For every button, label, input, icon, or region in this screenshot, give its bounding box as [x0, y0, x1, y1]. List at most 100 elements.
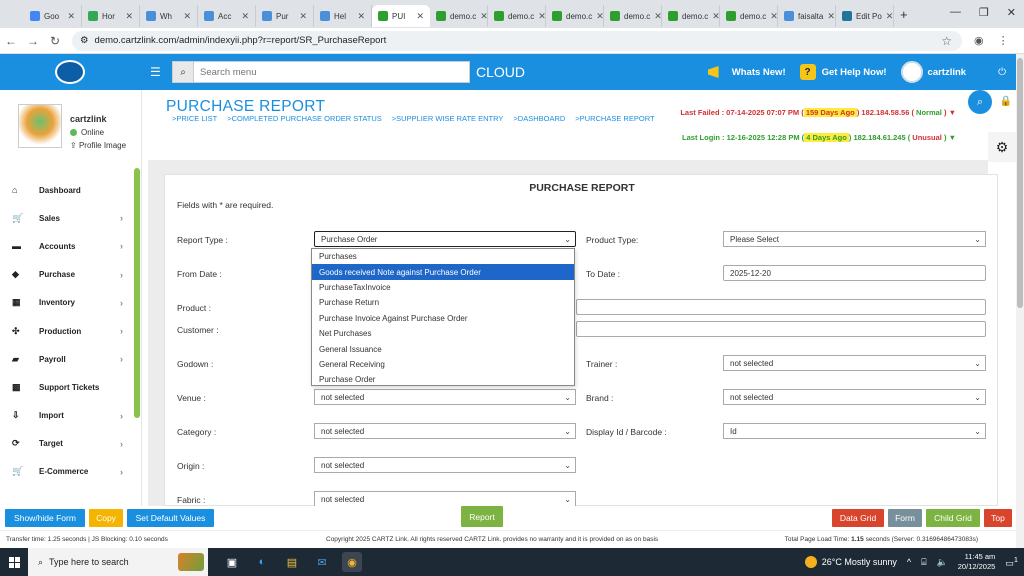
report-type-option[interactable]: Goods received Note against Purchase Ord… — [312, 264, 574, 280]
close-tab-icon[interactable]: ✕ — [357, 11, 365, 22]
breadcrumb-link[interactable]: >PRICE LIST — [172, 114, 217, 123]
close-tab-icon[interactable]: ✕ — [416, 11, 424, 22]
sidebar-item-dashboard[interactable]: ⌂ Dashboard — [0, 176, 141, 204]
fabric-select[interactable]: not selected ⌄ — [314, 491, 576, 507]
breadcrumb-link[interactable]: >SUPPLIER WISE RATE ENTRY — [392, 114, 504, 123]
report-type-option[interactable]: General Issuance — [312, 341, 574, 356]
to-date-input[interactable]: 2025-12-20 — [723, 265, 986, 281]
close-tab-icon[interactable]: ✕ — [299, 11, 307, 22]
category-select[interactable]: not selected ⌄ — [314, 423, 576, 439]
close-tab-icon[interactable]: ✕ — [827, 11, 835, 22]
data-grid-button[interactable]: Data Grid — [832, 509, 884, 527]
url-field[interactable]: ⚙ demo.cartzlink.com/admin/indexyii.php?… — [72, 30, 962, 51]
clock[interactable]: 11:45 am 20/12/2025 — [958, 552, 996, 572]
report-type-option[interactable]: General Receiving — [312, 357, 574, 372]
close-tab-icon[interactable]: ✕ — [886, 11, 893, 22]
close-tab-icon[interactable]: ✕ — [712, 11, 719, 22]
close-window-icon[interactable]: ✕ — [1007, 6, 1016, 19]
user-menu[interactable]: cartzlink — [900, 61, 966, 83]
close-tab-icon[interactable]: ✕ — [183, 11, 191, 22]
reload-icon[interactable]: ↻ — [44, 34, 66, 48]
sidebar-item-support-tickets[interactable]: ▩ Support Tickets — [0, 373, 141, 401]
browser-tab[interactable]: Pur ✕ — [256, 5, 314, 27]
close-tab-icon[interactable]: ✕ — [241, 11, 249, 22]
sidebar-item-target[interactable]: ⟳ Target › — [0, 430, 141, 458]
lock-icon[interactable]: 🔒 — [1000, 96, 1012, 107]
trainer-select[interactable]: not selected ⌄ — [723, 355, 986, 371]
sidebar-item-purchase[interactable]: ◆ Purchase › — [0, 261, 141, 289]
close-tab-icon[interactable]: ✕ — [67, 11, 75, 22]
store-icon[interactable]: ▤ — [282, 552, 302, 572]
settings-gear-icon[interactable]: ⚙ — [988, 132, 1016, 162]
display-id-select[interactable]: Id ⌄ — [723, 423, 986, 439]
browser-tab[interactable]: demo.c ✕ — [604, 5, 662, 27]
browser-tab[interactable]: PUI ✕ — [372, 5, 430, 27]
report-button[interactable]: Report — [461, 506, 503, 527]
show-hide-form-button[interactable]: Show/hide Form — [5, 509, 85, 527]
close-tab-icon[interactable]: ✕ — [480, 11, 487, 22]
browser-tab[interactable]: demo.c ✕ — [720, 5, 778, 27]
whats-new-link[interactable]: Whats New! — [707, 66, 786, 78]
notification-icon[interactable]: ▭1 — [1005, 555, 1018, 569]
child-grid-button[interactable]: Child Grid — [926, 509, 980, 527]
windows-start-icon[interactable] — [0, 548, 28, 576]
edge-icon[interactable]: ◐ — [252, 552, 272, 572]
forward-icon[interactable]: → — [22, 34, 44, 48]
task-view-icon[interactable]: ▣ — [222, 552, 242, 572]
logo[interactable] — [0, 54, 140, 90]
report-type-option[interactable]: PurchaseTaxInvoice — [312, 280, 574, 295]
browser-tab[interactable]: Hel ✕ — [314, 5, 372, 27]
tray-chevron-icon[interactable]: ^ — [907, 557, 911, 567]
browser-tab[interactable]: Hor ✕ — [82, 5, 140, 27]
product-input[interactable] — [576, 299, 986, 315]
sidebar-item-accounts[interactable]: ▬ Accounts › — [0, 232, 141, 260]
sidebar-item-import[interactable]: ⇩ Import › — [0, 402, 141, 430]
set-default-values-button[interactable]: Set Default Values — [127, 509, 214, 527]
sidebar-item-payroll[interactable]: ▰ Payroll › — [0, 345, 141, 373]
product-type-select[interactable]: Please Select ⌄ — [723, 231, 986, 247]
close-tab-icon[interactable]: ✕ — [654, 11, 661, 22]
close-tab-icon[interactable]: ✕ — [770, 11, 777, 22]
menu-toggle-icon[interactable]: ☰ — [150, 65, 172, 79]
copy-button[interactable]: Copy — [89, 509, 123, 527]
volume-icon[interactable]: 🔈 — [937, 557, 948, 568]
browser-tab[interactable]: faisalta ✕ — [778, 5, 836, 27]
account-icon[interactable]: ◉ — [974, 34, 984, 47]
back-icon[interactable]: ← — [0, 34, 22, 48]
sidebar-item-e-commerce[interactable]: 🛒 E-Commerce › — [0, 458, 141, 486]
restore-icon[interactable]: ❐ — [979, 6, 989, 19]
site-info-icon[interactable]: ⚙ — [80, 35, 89, 46]
sidebar-scrollbar[interactable] — [134, 168, 140, 418]
minimize-icon[interactable]: — — [950, 6, 961, 19]
form-button[interactable]: Form — [888, 509, 922, 527]
close-tab-icon[interactable]: ✕ — [538, 11, 545, 22]
report-type-option[interactable]: Purchase Return — [312, 295, 574, 310]
report-type-option[interactable]: Purchase Order — [312, 372, 574, 387]
chrome-icon[interactable]: ◉ — [342, 552, 362, 572]
search-menu-input[interactable] — [194, 61, 470, 83]
outlook-icon[interactable]: ✉ — [312, 552, 332, 572]
report-type-option[interactable]: Net Purchases — [312, 326, 574, 341]
browser-tab[interactable]: Edit Po ✕ — [836, 5, 894, 27]
browser-tab[interactable]: demo.c ✕ — [430, 5, 488, 27]
page-scrollbar[interactable] — [1016, 54, 1024, 548]
venue-select[interactable]: not selected ⌄ — [314, 389, 576, 405]
breadcrumb-link[interactable]: >DASHBOARD — [513, 114, 565, 123]
origin-select[interactable]: not selected ⌄ — [314, 457, 576, 473]
browser-tab[interactable]: demo.c ✕ — [546, 5, 604, 27]
report-type-select[interactable]: Purchase Order ⌄ — [314, 231, 576, 247]
customer-input[interactable] — [576, 321, 986, 337]
top-button[interactable]: Top — [984, 509, 1012, 527]
report-type-option[interactable]: Purchases — [312, 249, 574, 264]
browser-tab[interactable]: demo.c ✕ — [488, 5, 546, 27]
browser-menu-icon[interactable]: ⋮ — [998, 34, 1009, 47]
bookmark-star-icon[interactable]: ☆ — [941, 34, 952, 48]
brand-select[interactable]: not selected ⌄ — [723, 389, 986, 405]
sidebar-item-sales[interactable]: 🛒 Sales › — [0, 204, 141, 232]
browser-tab[interactable]: Wh ✕ — [140, 5, 198, 27]
browser-tab[interactable]: demo.c ✕ — [662, 5, 720, 27]
breadcrumb-link[interactable]: >PURCHASE REPORT — [575, 114, 654, 123]
browser-tab[interactable]: Goo ✕ — [24, 5, 82, 27]
profile-image-link[interactable]: ⇪ Profile Image — [70, 141, 126, 150]
new-tab-icon[interactable]: + — [900, 7, 908, 22]
